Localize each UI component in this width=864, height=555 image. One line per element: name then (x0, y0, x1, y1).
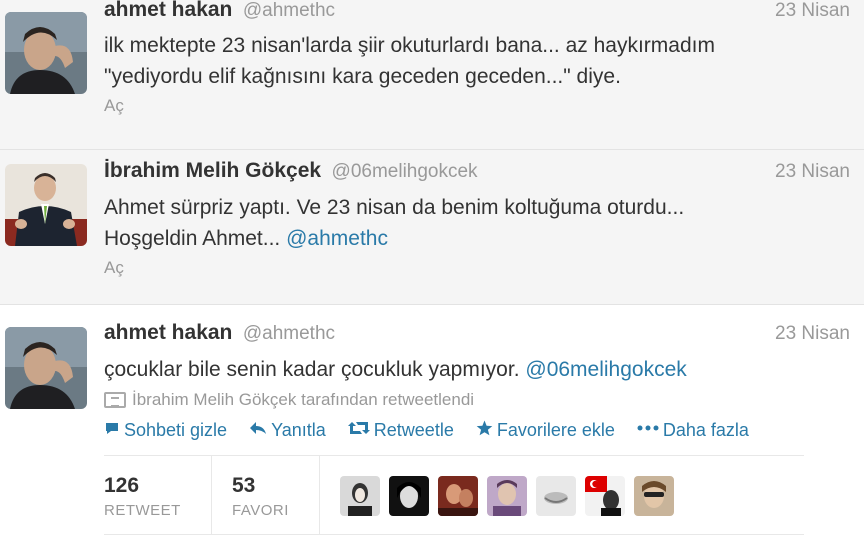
tweet-1[interactable]: ahmet hakan @ahmethc 23 Nisan ilk mektep… (0, 0, 864, 150)
retweet-icon (104, 392, 126, 408)
tweet-text-fragment: çocuklar bile senin kadar çocukluk yapmı… (104, 358, 526, 381)
retweet-button[interactable]: Retweetle (347, 420, 454, 441)
reply-arrow-icon (249, 420, 267, 441)
tweet-text: çocuklar bile senin kadar çocukluk yapmı… (104, 354, 850, 385)
tweet-3-expanded[interactable]: ahmet hakan @ahmethc 23 Nisan çocuklar b… (0, 305, 864, 555)
reply-label: Yanıtla (271, 420, 326, 440)
tweet-date[interactable]: 23 Nisan (775, 323, 850, 345)
retweet-count-label: RETWEET (104, 502, 181, 519)
expand-link[interactable]: Aç (104, 96, 124, 116)
hide-conversation-label: Sohbeti gizle (124, 420, 228, 440)
retweeted-by: İbrahim Melih Gökçek tarafından retweetl… (104, 390, 474, 410)
favorite-button[interactable]: Favorilere ekle (476, 420, 615, 441)
tweet-date[interactable]: 23 Nisan (775, 161, 850, 183)
tweet-text: ilk mektepte 23 nisan'larda şiir okuturl… (104, 30, 850, 92)
expand-link[interactable]: Aç (104, 258, 124, 278)
tweet-text-line: "yediyordu elif kağnısını kara geceden g… (104, 65, 621, 88)
avatar[interactable] (536, 476, 576, 516)
tweet-text-fragment: Hoşgeldin Ahmet... (104, 227, 287, 250)
author-name[interactable]: ahmet hakan (104, 0, 232, 21)
hide-conversation-button[interactable]: Sohbeti gizle (104, 420, 227, 441)
avatar[interactable] (5, 12, 87, 94)
tweet-text: Ahmet sürpriz yaptı. Ve 23 nisan da beni… (104, 192, 850, 254)
tweet-actions: Sohbeti gizle Yanıtla Retweetle Favorile… (104, 420, 749, 441)
speech-bubble-icon (104, 420, 120, 441)
author-handle[interactable]: @ahmethc (243, 323, 335, 344)
favorite-stat[interactable]: 53 FAVORI (212, 456, 320, 534)
avatar[interactable] (634, 476, 674, 516)
avatar[interactable] (487, 476, 527, 516)
retweet-label: Retweetle (373, 420, 454, 440)
avatar[interactable] (585, 476, 625, 516)
tweet-date[interactable]: 23 Nisan (775, 0, 850, 22)
author-name[interactable]: ahmet hakan (104, 321, 232, 344)
tweet-stats: 126 RETWEET 53 FAVORI (104, 455, 804, 535)
mention-link[interactable]: @ahmethc (286, 227, 388, 250)
avatar[interactable] (5, 164, 87, 246)
avatar[interactable] (340, 476, 380, 516)
author-name[interactable]: İbrahim Melih Gökçek (104, 159, 321, 182)
favorite-count: 53 (232, 474, 256, 497)
retweet-count: 126 (104, 474, 140, 497)
avatar[interactable] (5, 327, 87, 409)
favoriters-avatars (320, 456, 674, 534)
more-button[interactable]: Daha fazla (637, 420, 749, 441)
avatar[interactable] (389, 476, 429, 516)
author-handle[interactable]: @06melihgokcek (332, 161, 478, 182)
retweeted-by-label[interactable]: İbrahim Melih Gökçek tarafından retweetl… (132, 390, 474, 410)
star-icon (476, 420, 493, 441)
tweet-text-line: Hoşgeldin Ahmet... @ahmethc (104, 223, 850, 254)
retweet-icon (347, 420, 370, 441)
retweet-stat[interactable]: 126 RETWEET (104, 456, 212, 534)
avatar[interactable] (438, 476, 478, 516)
reply-button[interactable]: Yanıtla (249, 420, 326, 441)
tweet-2[interactable]: İbrahim Melih Gökçek @06melihgokcek 23 N… (0, 150, 864, 305)
author-handle[interactable]: @ahmethc (243, 0, 335, 21)
more-label: Daha fazla (662, 420, 749, 440)
mention-link[interactable]: @06melihgokcek (525, 358, 686, 381)
tweet-text-line: ilk mektepte 23 nisan'larda şiir okuturl… (104, 34, 715, 57)
favorite-count-label: FAVORI (232, 502, 289, 519)
tweet-text-line: Ahmet sürpriz yaptı. Ve 23 nisan da beni… (104, 196, 685, 219)
favorite-label: Favorilere ekle (496, 420, 615, 440)
dots-icon (637, 420, 659, 441)
